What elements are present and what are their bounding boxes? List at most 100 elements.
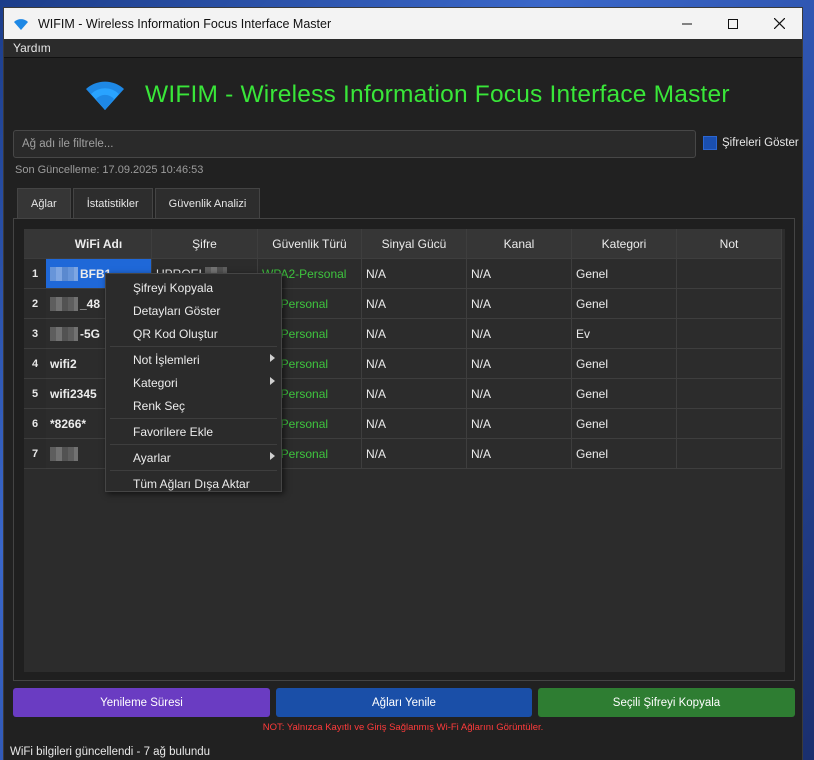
main-content: WIFIM - Wireless Information Focus Inter…: [4, 58, 802, 760]
col-header-signal[interactable]: Sinyal Gücü: [362, 229, 467, 259]
filter-input[interactable]: [13, 130, 696, 158]
signal-cell[interactable]: N/A: [362, 349, 467, 379]
menu-separator: [110, 346, 277, 347]
note-cell[interactable]: [677, 409, 782, 439]
warning-note: NOT: Yalnızca Kayıtlı ve Giriş Sağlanmış…: [262, 722, 544, 733]
close-button[interactable]: [756, 8, 802, 39]
row-number[interactable]: 3: [24, 319, 46, 349]
note-cell[interactable]: [677, 259, 782, 289]
menu-item-note-actions[interactable]: Not İşlemleri: [106, 348, 281, 371]
wifi-name: _48: [80, 296, 101, 311]
channel-cell[interactable]: N/A: [467, 439, 572, 469]
app-window: WIFIM - Wireless Information Focus Inter…: [3, 7, 803, 760]
menu-separator: [110, 444, 277, 445]
row-number[interactable]: 5: [24, 379, 46, 409]
col-header-channel[interactable]: Kanal: [467, 229, 572, 259]
channel-cell[interactable]: N/A: [467, 349, 572, 379]
category-cell[interactable]: Genel: [572, 349, 677, 379]
signal-cell[interactable]: N/A: [362, 319, 467, 349]
show-passwords-checkbox[interactable]: Şifreleri Göster: [703, 136, 799, 150]
menu-item-category[interactable]: Kategori: [106, 371, 281, 394]
signal-cell[interactable]: N/A: [362, 289, 467, 319]
menu-item-label: Tüm Ağları Dışa Aktar: [133, 476, 250, 491]
app-header: WIFIM - Wireless Information Focus Inter…: [83, 77, 730, 113]
table-header: WiFi Adı Şifre Güvenlik Türü Sinyal Gücü…: [24, 229, 785, 259]
channel-cell[interactable]: N/A: [467, 409, 572, 439]
close-icon: [773, 18, 785, 29]
col-header-security[interactable]: Güvenlik Türü: [258, 229, 362, 259]
menu-item-show-details[interactable]: Detayları Göster: [106, 299, 281, 322]
redacted-text: [50, 266, 78, 281]
tab-security-analysis[interactable]: Güvenlik Analizi: [154, 188, 261, 218]
menu-item-label: Kategori: [133, 375, 178, 390]
menu-item-qr-code[interactable]: QR Kod Oluştur: [106, 322, 281, 345]
refresh-interval-button[interactable]: Yenileme Süresi: [13, 688, 270, 717]
signal-cell[interactable]: N/A: [362, 379, 467, 409]
category-cell[interactable]: Ev: [572, 319, 677, 349]
channel-cell[interactable]: N/A: [467, 289, 572, 319]
redacted-text: [50, 326, 78, 341]
copy-selected-password-button[interactable]: Seçili Şifreyi Kopyala: [538, 688, 795, 717]
window-title: WIFIM - Wireless Information Focus Inter…: [38, 16, 332, 31]
last-update-label: Son Güncelleme: 17.09.2025 10:46:53: [15, 164, 204, 176]
redacted-text: [50, 296, 78, 311]
category-cell[interactable]: Genel: [572, 289, 677, 319]
wifi-name: -5G: [80, 326, 101, 341]
wifi-icon: [13, 15, 31, 33]
col-header-password[interactable]: Şifre: [152, 229, 258, 259]
menu-item-label: Favorilere Ekle: [133, 424, 214, 439]
minimize-button[interactable]: [664, 8, 710, 39]
channel-cell[interactable]: N/A: [467, 259, 572, 289]
tab-networks[interactable]: Ağlar: [17, 188, 71, 218]
minimize-icon: [682, 23, 692, 24]
note-cell[interactable]: [677, 289, 782, 319]
maximize-icon: [728, 18, 738, 29]
menu-item-label: QR Kod Oluştur: [133, 326, 218, 341]
note-cell[interactable]: [677, 349, 782, 379]
channel-cell[interactable]: N/A: [467, 319, 572, 349]
tab-statistics[interactable]: İstatistikler: [72, 188, 153, 218]
row-number[interactable]: 4: [24, 349, 46, 379]
refresh-networks-button[interactable]: Ağları Yenile: [276, 688, 532, 717]
wifi-logo-icon: [86, 81, 124, 110]
checkbox-box[interactable]: [703, 136, 717, 150]
chevron-right-icon: [270, 452, 275, 460]
category-cell[interactable]: Genel: [572, 409, 677, 439]
category-cell[interactable]: Genel: [572, 439, 677, 469]
menu-bar: Yardım: [4, 39, 802, 58]
col-header-wifi-name[interactable]: WiFi Adı: [46, 229, 152, 259]
menu-item-add-favorite[interactable]: Favorilere Ekle: [106, 420, 281, 443]
col-header-category[interactable]: Kategori: [572, 229, 677, 259]
title-bar: WIFIM - Wireless Information Focus Inter…: [4, 8, 802, 39]
redacted-text: [50, 446, 78, 461]
show-passwords-label: Şifreleri Göster: [722, 137, 799, 149]
chevron-right-icon: [270, 377, 275, 385]
menu-item-label: Şifreyi Kopyala: [133, 280, 214, 295]
status-bar: WiFi bilgileri güncellendi - 7 ağ bulund…: [10, 746, 211, 758]
maximize-button[interactable]: [710, 8, 756, 39]
menu-item-color[interactable]: Renk Seç: [106, 394, 281, 417]
menu-separator: [110, 418, 277, 419]
signal-cell[interactable]: N/A: [362, 439, 467, 469]
row-number[interactable]: 2: [24, 289, 46, 319]
channel-cell[interactable]: N/A: [467, 379, 572, 409]
row-number[interactable]: 1: [24, 259, 46, 289]
signal-cell[interactable]: N/A: [362, 259, 467, 289]
category-cell[interactable]: Genel: [572, 379, 677, 409]
menu-item-label: Not İşlemleri: [133, 352, 200, 367]
signal-cell[interactable]: N/A: [362, 409, 467, 439]
menu-item-label: Ayarlar: [133, 450, 171, 465]
row-number[interactable]: 6: [24, 409, 46, 439]
menu-help[interactable]: Yardım: [13, 41, 51, 55]
col-header-note[interactable]: Not: [677, 229, 782, 259]
category-cell[interactable]: Genel: [572, 259, 677, 289]
app-title: WIFIM - Wireless Information Focus Inter…: [145, 81, 730, 108]
row-number[interactable]: 7: [24, 439, 46, 469]
menu-item-export-all[interactable]: Tüm Ağları Dışa Aktar: [106, 472, 281, 495]
note-cell[interactable]: [677, 319, 782, 349]
note-cell[interactable]: [677, 379, 782, 409]
menu-item-settings[interactable]: Ayarlar: [106, 446, 281, 469]
menu-item-copy-password[interactable]: Şifreyi Kopyala: [106, 276, 281, 299]
corner-cell[interactable]: [24, 229, 46, 259]
note-cell[interactable]: [677, 439, 782, 469]
